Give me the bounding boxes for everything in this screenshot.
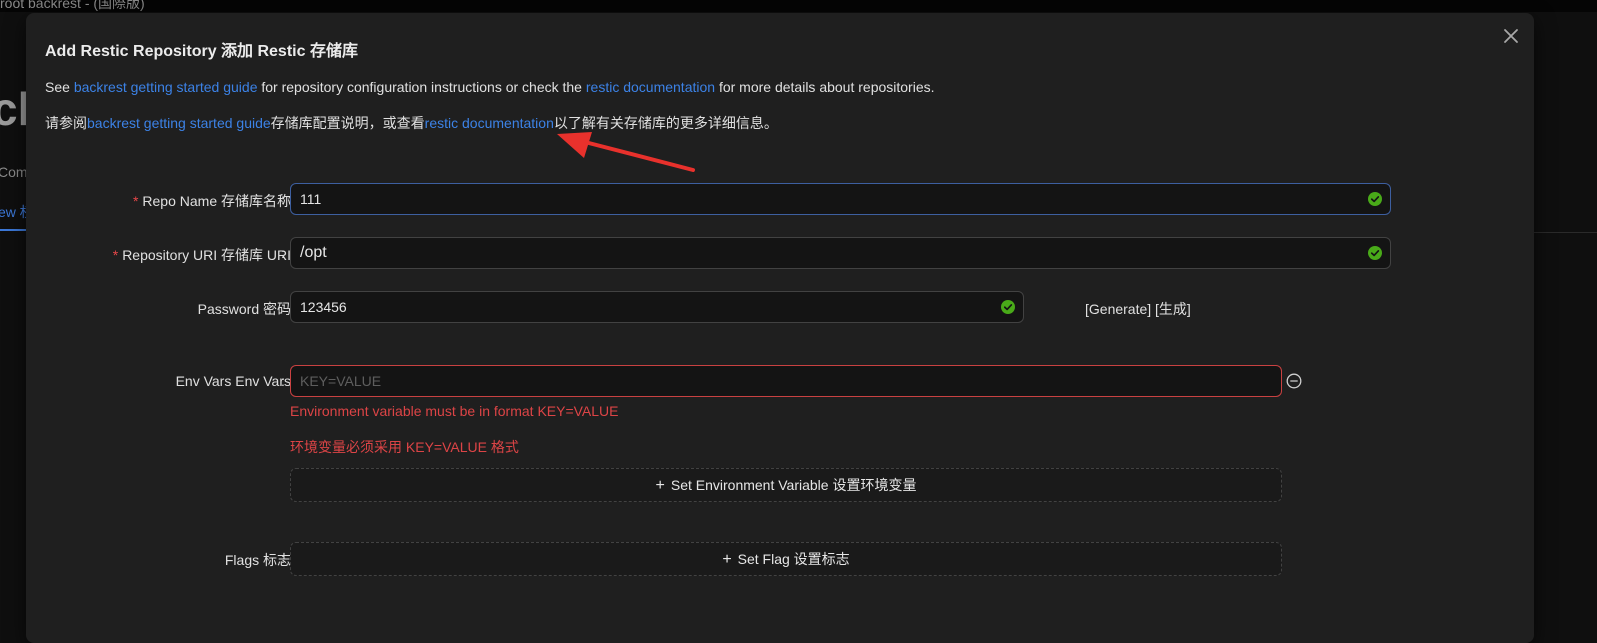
intro-text-en: See backrest getting started guide for r… bbox=[45, 79, 935, 95]
background-tab-indicator bbox=[0, 229, 26, 231]
intro-en-middle: for repository configuration instruction… bbox=[257, 79, 586, 95]
plus-icon: + bbox=[655, 477, 665, 494]
repo-uri-colon: : bbox=[281, 245, 285, 261]
env-var-input[interactable]: KEY=VALUE bbox=[290, 365, 1282, 397]
password-value: 123456 bbox=[300, 299, 347, 315]
generate-password-button[interactable]: [Generate] [生成] bbox=[1085, 299, 1191, 319]
required-mark: * bbox=[112, 247, 119, 263]
add-repository-modal: Add Restic Repository 添加 Restic 存储库 See … bbox=[26, 13, 1534, 643]
background-divider bbox=[1534, 232, 1597, 233]
background-window-title: root backrest - (国際版) bbox=[0, 0, 145, 11]
modal-title: Add Restic Repository 添加 Restic 存储库 bbox=[45, 43, 358, 60]
repo-uri-value: /opt bbox=[300, 244, 327, 261]
repo-name-label-text: Repo Name 存储库名称 bbox=[142, 193, 291, 209]
remove-env-var-button[interactable] bbox=[1286, 373, 1302, 389]
env-vars-label: Env Vars Env Vars bbox=[175, 373, 291, 389]
repo-name-label: * Repo Name 存储库名称 bbox=[133, 191, 291, 211]
repo-uri-input[interactable]: /opt bbox=[290, 237, 1391, 269]
annotation-arrow-icon bbox=[557, 132, 695, 172]
restic-documentation-link-zh[interactable]: restic documentation bbox=[425, 115, 554, 131]
background-side-label: Com bbox=[0, 164, 28, 180]
getting-started-guide-link-zh[interactable]: backrest getting started guide bbox=[87, 115, 271, 131]
background-top-bar bbox=[0, 0, 1597, 12]
add-flag-button[interactable]: + Set Flag 设置标志 bbox=[290, 542, 1282, 576]
flags-colon: : bbox=[281, 550, 285, 566]
valid-check-icon bbox=[1368, 192, 1382, 206]
intro-en-suffix: for more details about repositories. bbox=[715, 79, 935, 95]
close-icon bbox=[1504, 29, 1518, 43]
env-vars-colon: : bbox=[281, 373, 285, 389]
env-var-placeholder: KEY=VALUE bbox=[300, 373, 382, 389]
intro-zh-middle: 存储库配置说明，或查看 bbox=[270, 115, 425, 131]
password-label: Password 密码 bbox=[197, 301, 291, 317]
repo-name-value: 111 bbox=[300, 191, 322, 207]
add-env-var-label: Set Environment Variable 设置环境变量 bbox=[670, 477, 917, 493]
repo-uri-label-text: Repository URI 存储库 URI bbox=[122, 247, 291, 263]
required-mark: * bbox=[132, 193, 139, 209]
valid-check-icon bbox=[1001, 300, 1015, 314]
add-env-var-button[interactable]: + Set Environment Variable 设置环境变量 bbox=[290, 468, 1282, 502]
close-button[interactable] bbox=[1500, 25, 1522, 47]
env-var-error-en: Environment variable must be in format K… bbox=[290, 403, 619, 419]
getting-started-guide-link[interactable]: backrest getting started guide bbox=[74, 79, 258, 95]
plus-icon: + bbox=[722, 551, 732, 568]
env-var-error-zh: 环境变量必须采用 KEY=VALUE 格式 bbox=[290, 439, 519, 455]
valid-check-icon bbox=[1368, 246, 1382, 260]
password-input[interactable]: 123456 bbox=[290, 291, 1024, 323]
add-flag-label: Set Flag 设置标志 bbox=[737, 551, 850, 567]
intro-en-prefix: See bbox=[45, 79, 74, 95]
repo-name-colon: : bbox=[281, 191, 285, 207]
repo-uri-label: * Repository URI 存储库 URI bbox=[113, 245, 291, 265]
repo-name-input[interactable]: 111 bbox=[290, 183, 1391, 215]
restic-documentation-link[interactable]: restic documentation bbox=[586, 79, 715, 95]
intro-zh-prefix: 请参阅 bbox=[45, 115, 87, 131]
minus-circle-icon bbox=[1286, 373, 1302, 389]
password-colon: : bbox=[281, 299, 285, 315]
